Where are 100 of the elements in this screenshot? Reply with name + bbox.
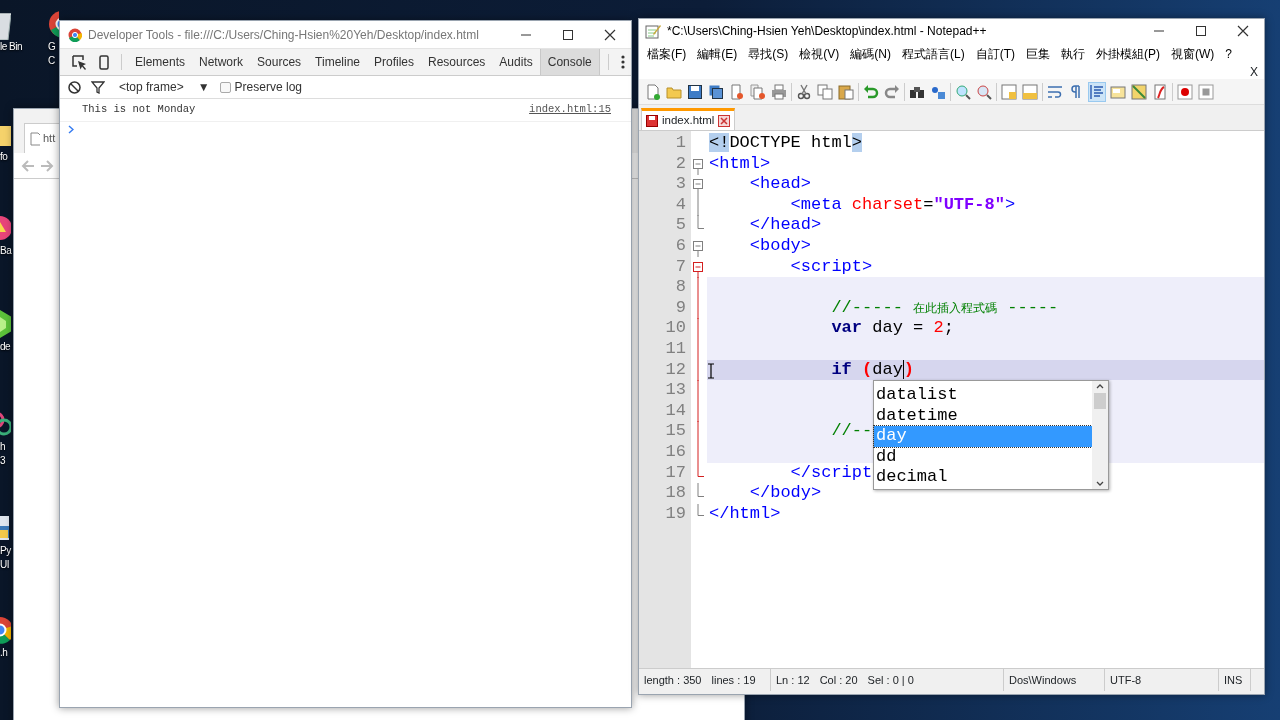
line-number: 19 bbox=[664, 503, 687, 525]
code-line: var day = 2; bbox=[830, 318, 954, 339]
line-number: 13 bbox=[664, 380, 687, 401]
source-link[interactable]: index.html:15 bbox=[529, 102, 611, 118]
autocomplete-item[interactable]: dd bbox=[874, 446, 1092, 468]
devtools-tab[interactable]: Resources bbox=[421, 49, 493, 75]
prompt-icon bbox=[68, 124, 74, 134]
menu-item[interactable]: 編輯(E) bbox=[697, 45, 738, 63]
window-title: Developer Tools - file:///C:/Users/Ching-Hsien%20Yeh/Desktop/index.html bbox=[88, 26, 480, 44]
menu-item[interactable]: 程式語言(L) bbox=[902, 45, 965, 63]
maximize-icon[interactable] bbox=[562, 28, 574, 41]
devtools-tab[interactable]: Elements bbox=[128, 49, 193, 75]
unsaved-file-icon bbox=[646, 114, 658, 127]
wrap-icon[interactable] bbox=[1047, 83, 1063, 100]
close-all-icon[interactable] bbox=[750, 83, 766, 100]
autocomplete-item[interactable]: decimal bbox=[874, 467, 1092, 488]
devtools-tab[interactable]: Audits bbox=[492, 49, 540, 75]
browser-tab[interactable]: htt bbox=[24, 123, 59, 153]
line-number: 8 bbox=[674, 277, 687, 298]
devtools-tab[interactable]: Network bbox=[192, 49, 251, 75]
frame-select[interactable]: <top frame> bbox=[119, 78, 184, 96]
icon-label: Ba bbox=[0, 244, 12, 258]
menu-item[interactable]: 尋找(S) bbox=[748, 45, 789, 63]
window-title: *C:\Users\Ching-Hsien Yeh\Desktop\index.html - Notepad++ bbox=[667, 23, 988, 40]
icon-label: Py bbox=[0, 544, 11, 558]
function-icon[interactable] bbox=[1152, 83, 1168, 100]
console-message: This is not Monday bbox=[82, 102, 196, 117]
code-line: //----- 在此插入程式碼 ----- bbox=[830, 297, 1059, 319]
scrollbar[interactable] bbox=[1092, 381, 1108, 489]
menu-item[interactable]: ? bbox=[1225, 45, 1232, 63]
notepad-icon bbox=[645, 23, 661, 39]
code-line: <!DOCTYPE html> bbox=[708, 133, 863, 154]
icon-label: .h bbox=[0, 646, 8, 660]
scissors-icon[interactable] bbox=[796, 83, 812, 100]
line-number: 10 bbox=[664, 318, 687, 339]
copy-icon[interactable] bbox=[817, 83, 833, 100]
line-number: 9 bbox=[674, 297, 687, 319]
zoom-in-icon[interactable] bbox=[955, 83, 971, 100]
menu-item[interactable]: 自訂(T) bbox=[975, 45, 1015, 63]
menu-item[interactable]: 巨集 bbox=[1026, 45, 1050, 63]
save-icon[interactable] bbox=[687, 83, 703, 100]
maximize-icon[interactable] bbox=[1195, 25, 1207, 37]
menu-item[interactable]: 檢視(V) bbox=[799, 45, 840, 63]
file-tab[interactable]: index.html bbox=[641, 108, 736, 130]
code-line: <html> bbox=[708, 153, 771, 175]
scroll-thumb[interactable] bbox=[1094, 393, 1106, 409]
page-icon bbox=[30, 131, 40, 146]
menu-item[interactable]: 檔案(F) bbox=[647, 45, 687, 63]
clear-icon[interactable] bbox=[68, 80, 81, 94]
autocomplete-item[interactable]: datalist bbox=[874, 385, 1092, 406]
status-text: Col : 20 bbox=[819, 672, 858, 688]
phone-icon[interactable] bbox=[99, 54, 109, 70]
checkbox-label: Preserve log bbox=[234, 79, 302, 96]
new-file-icon[interactable] bbox=[645, 83, 661, 100]
devtools-tab[interactable]: Timeline bbox=[308, 49, 367, 75]
checkbox[interactable] bbox=[219, 81, 231, 93]
autocomplete-item[interactable]: datetime bbox=[874, 405, 1092, 427]
code-line: </head> bbox=[748, 215, 822, 236]
circle-logo-icon bbox=[68, 27, 82, 42]
code-line: <script> bbox=[789, 256, 873, 278]
code-line: //-- bbox=[830, 421, 873, 442]
undo-icon[interactable] bbox=[863, 83, 879, 100]
status-text: INS bbox=[1224, 672, 1243, 688]
save-all-icon[interactable] bbox=[708, 83, 724, 100]
redo-icon[interactable] bbox=[884, 83, 900, 100]
line-number: 4 bbox=[674, 194, 687, 216]
close-icon[interactable] bbox=[604, 28, 616, 41]
close-document-button[interactable]: X bbox=[1250, 65, 1258, 79]
dropdown-caret[interactable]: ▼ bbox=[197, 78, 210, 96]
menu-item[interactable]: 外掛模組(P) bbox=[1096, 45, 1160, 63]
print-icon[interactable] bbox=[771, 83, 787, 100]
icon-label: G bbox=[48, 40, 56, 54]
code-line: <meta charset="UTF-8"> bbox=[789, 194, 1016, 216]
menu-item[interactable]: 編碼(N) bbox=[850, 45, 891, 63]
inspect-icon[interactable] bbox=[72, 54, 87, 70]
line-number: 15 bbox=[664, 421, 687, 442]
line-number: 18 bbox=[664, 483, 687, 504]
icon-label: fo bbox=[0, 150, 8, 164]
menu-item[interactable]: 執行 bbox=[1061, 45, 1085, 63]
devtools-tab[interactable]: Console bbox=[539, 49, 600, 75]
close-icon[interactable] bbox=[1237, 25, 1249, 37]
line-number: 6 bbox=[674, 235, 687, 257]
close-file-icon[interactable] bbox=[729, 83, 745, 100]
app-icon[interactable] bbox=[0, 308, 11, 340]
indent-guide-icon[interactable] bbox=[1089, 83, 1105, 100]
record-icon[interactable] bbox=[1177, 83, 1193, 100]
filter-icon[interactable] bbox=[91, 80, 105, 94]
map-icon[interactable] bbox=[1131, 83, 1147, 100]
more-icon[interactable] bbox=[621, 55, 625, 69]
line-number: 12 bbox=[664, 359, 687, 381]
paste-icon[interactable] bbox=[838, 83, 854, 100]
line-number: 3 bbox=[674, 174, 687, 195]
stop-icon[interactable] bbox=[1198, 83, 1214, 100]
devtools-tab[interactable]: Sources bbox=[250, 49, 309, 75]
line-number: 2 bbox=[674, 153, 687, 175]
devtools-tab[interactable]: Profiles bbox=[367, 49, 421, 75]
zoom-out-icon[interactable] bbox=[976, 83, 992, 100]
code-line: </script bbox=[789, 462, 873, 484]
app-icon[interactable] bbox=[0, 614, 11, 646]
menu-item[interactable]: 視窗(W) bbox=[1171, 45, 1215, 63]
